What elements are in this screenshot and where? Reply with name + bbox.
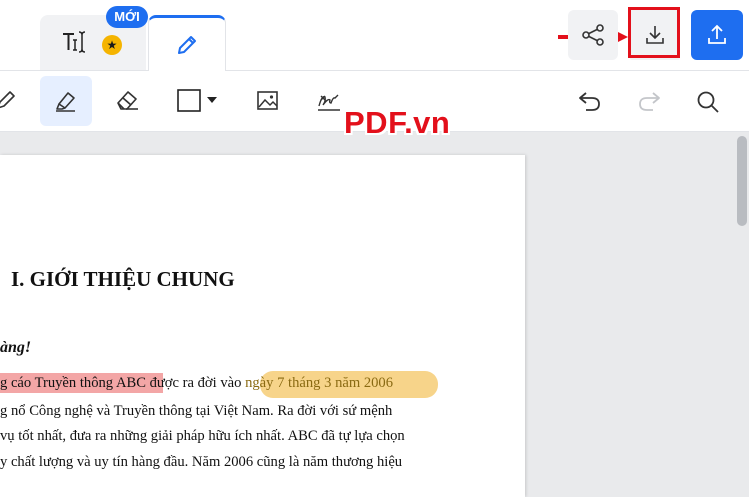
- share-button[interactable]: [568, 10, 618, 60]
- line-text: được ra đời vào: [145, 375, 242, 391]
- upload-button[interactable]: [691, 10, 743, 60]
- document-line-3: vụ tốt nhất, đưa ra những giải pháp hữu …: [0, 428, 405, 444]
- highlighted-text-yellow: ngày 7 tháng 3 năm 2006: [241, 375, 394, 391]
- undo-icon[interactable]: [577, 90, 603, 114]
- premium-star-icon: ★: [102, 35, 122, 55]
- eraser-icon[interactable]: [114, 88, 142, 112]
- highlighted-text-pink: g cáo Truyền thông ABC: [0, 375, 146, 391]
- signature-icon[interactable]: [316, 89, 342, 115]
- share-icon: [582, 24, 604, 46]
- image-icon[interactable]: [256, 90, 280, 112]
- chevron-down-icon: [207, 97, 217, 103]
- watermark-logo: PDF.vn: [344, 105, 451, 140]
- download-highlight-box: [628, 7, 680, 58]
- document-line-1: g cáo Truyền thông ABC được ra đời vào n…: [0, 375, 393, 392]
- highlighter-tool-button[interactable]: [40, 76, 92, 126]
- pencil-icon: [178, 36, 196, 54]
- document-italic-line: àng!: [0, 339, 32, 356]
- text-cursor-icon: [63, 31, 86, 53]
- pdf-page: [0, 155, 525, 497]
- search-icon[interactable]: [695, 89, 721, 115]
- scrollbar-thumb[interactable]: [737, 136, 747, 226]
- upload-icon: [708, 24, 726, 44]
- pencil-icon[interactable]: [0, 88, 18, 112]
- new-badge: MỚI: [106, 6, 148, 28]
- document-line-4: y chất lượng và uy tín hàng đầu. Năm 200…: [0, 454, 403, 470]
- rectangle-icon[interactable]: [176, 89, 224, 113]
- redo-icon[interactable]: [636, 90, 662, 114]
- document-line-2: g nổ Công nghệ và Truyền thông tại Việt …: [0, 403, 393, 419]
- tab-edit[interactable]: [148, 15, 226, 71]
- document-heading: I. GIỚI THIỆU CHUNG: [11, 267, 235, 291]
- highlighter-icon: [56, 92, 75, 112]
